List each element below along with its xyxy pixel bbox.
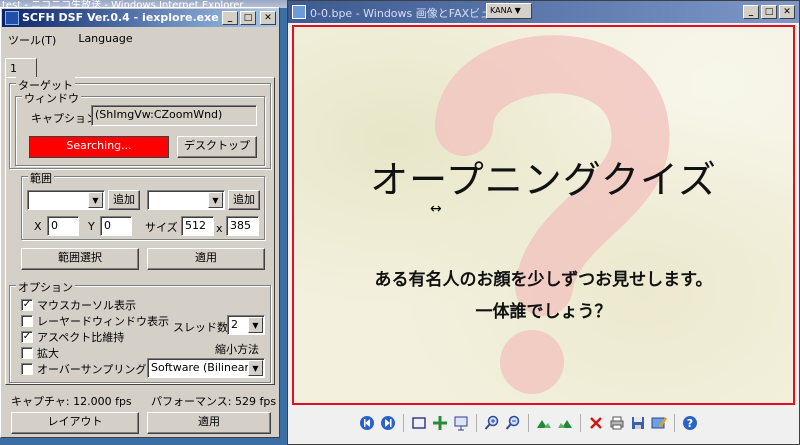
checkbox-box: ✓ <box>21 299 33 311</box>
show-cursor-label: マウスカーソル表示 <box>37 299 136 312</box>
threads-label: スレッド数 <box>173 321 228 334</box>
close-button[interactable]: ✕ <box>260 11 276 25</box>
layout-button[interactable]: レイアウト <box>11 412 139 434</box>
viewer-close-button[interactable]: ✕ <box>779 5 795 19</box>
range-combo-right[interactable]: ▼ <box>147 190 225 210</box>
range-apply-button[interactable]: 適用 <box>147 248 265 270</box>
chevron-down-icon: ▼ <box>208 192 223 208</box>
scfh-title: SCFH DSF Ver.0.4 - iexplore.exe <box>22 11 219 24</box>
help-icon[interactable]: ? <box>681 414 699 432</box>
toolbar-separator <box>403 414 404 432</box>
enlarge-checkbox[interactable]: 拡大 <box>21 345 59 361</box>
oversampling-label: オーバーサンプリング <box>37 363 147 376</box>
menubar: ツール(T) Language <box>4 30 137 48</box>
viewer-minimize-button[interactable]: _ <box>743 5 759 19</box>
toolbar-separator <box>528 414 529 432</box>
viewer-titlebar[interactable]: 0-0.bpe - Windows 画像とFAXビューア KANA ▼ _ □ … <box>288 1 799 23</box>
slideshow-icon[interactable] <box>452 414 470 432</box>
checkbox-box: ✓ <box>21 331 33 343</box>
oversampling-checkbox[interactable]: オーバーサンプリング <box>21 361 146 377</box>
desktop-button[interactable]: デスクトップ <box>177 136 257 158</box>
resize-cursor-icon: ↔ <box>430 201 442 217</box>
toolbar-separator <box>580 414 581 432</box>
chevron-down-icon: ▼ <box>248 360 263 376</box>
actual-size-icon[interactable] <box>431 414 449 432</box>
add-button-right[interactable]: 追加 <box>228 190 260 210</box>
show-cursor-checkbox[interactable]: ✓ マウスカーソル表示 <box>21 297 136 313</box>
ime-label: KANA <box>490 6 513 15</box>
zoom-in-icon[interactable] <box>483 414 501 432</box>
apply-button[interactable]: 適用 <box>147 412 271 434</box>
options-legend: オプション <box>16 279 75 295</box>
viewer-title: 0-0.bpe - Windows 画像とFAXビューア <box>310 7 513 20</box>
edit-icon[interactable] <box>650 414 668 432</box>
chevron-down-icon: ▼ <box>514 6 521 15</box>
checkbox-box <box>21 315 33 327</box>
scfh-dsf-window: SCFH DSF Ver.0.4 - iexplore.exe _ □ ✕ ツー… <box>0 7 280 438</box>
threads-select[interactable]: 2 ▼ <box>227 315 265 335</box>
chevron-down-icon: ▼ <box>88 192 103 208</box>
toolbar-separator <box>476 414 477 432</box>
enlarge-label: 拡大 <box>37 347 59 360</box>
capture-fps: キャプチャ: 12.000 fps <box>11 395 132 408</box>
keep-aspect-label: アスペクト比維持 <box>37 331 125 344</box>
y-label: Y <box>88 220 95 233</box>
rotate-clockwise-icon[interactable] <box>535 414 553 432</box>
searching-indicator: Searching... <box>29 136 169 158</box>
y-input[interactable]: 0 <box>100 216 132 236</box>
delete-icon[interactable] <box>587 414 605 432</box>
menu-tools[interactable]: ツール(T) <box>4 30 60 48</box>
ime-toolbar[interactable]: KANA ▼ <box>486 3 532 19</box>
print-icon[interactable] <box>608 414 626 432</box>
performance-fps: パフォーマンス: 529 fps <box>151 395 277 408</box>
zoom-out-icon[interactable] <box>504 414 522 432</box>
viewer-app-icon <box>292 5 306 19</box>
shrink-method-select[interactable]: Software (Bilinear) ▼ <box>147 358 265 378</box>
next-image-icon[interactable] <box>379 414 397 432</box>
times-label: x <box>216 222 223 235</box>
viewer-toolbar: ? <box>358 412 699 434</box>
scfh-titlebar[interactable]: SCFH DSF Ver.0.4 - iexplore.exe _ □ ✕ <box>2 9 278 27</box>
minimize-button[interactable]: _ <box>222 11 238 25</box>
image-display-frame[interactable]: オープニングクイズ ↔ ある有名人のお顔を少しずつお見せします。 一体誰でしょう… <box>292 25 795 405</box>
window-legend: ウィンドウ <box>22 90 81 106</box>
slide-text-line-1: ある有名人のお顔を少しずつお見せします。 <box>374 270 713 290</box>
scfh-app-icon <box>5 11 19 25</box>
maximize-button[interactable]: □ <box>240 11 256 25</box>
toolbar-separator <box>674 414 675 432</box>
caption-field: (ShImgVw:CZoomWnd) <box>91 105 257 126</box>
checkbox-box <box>21 363 33 375</box>
slide-text-line-2: 一体誰でしょう？ <box>475 302 612 322</box>
caption-label: キャプション <box>31 112 97 125</box>
question-mark-graphic <box>435 35 670 394</box>
menu-language[interactable]: Language <box>74 30 136 48</box>
shrink-method-value: Software (Bilinear) <box>151 361 254 374</box>
x-label: X <box>34 220 42 233</box>
best-fit-icon[interactable] <box>410 414 428 432</box>
tab-1[interactable]: 1 <box>5 58 37 78</box>
rotate-counterclockwise-icon[interactable] <box>556 414 574 432</box>
chevron-down-icon: ▼ <box>248 317 263 333</box>
range-select-button[interactable]: 範囲選択 <box>21 248 139 270</box>
range-legend: 範囲 <box>28 170 54 186</box>
layered-window-label: レーヤードウィンドウ表示 <box>37 315 169 328</box>
add-button-left[interactable]: 追加 <box>108 190 140 210</box>
size-label: サイズ <box>145 221 178 234</box>
threads-value: 2 <box>231 318 238 331</box>
height-input[interactable]: 385 <box>226 216 259 236</box>
keep-aspect-checkbox[interactable]: ✓ アスペクト比維持 <box>21 329 124 345</box>
image-viewer-window: 0-0.bpe - Windows 画像とFAXビューア KANA ▼ _ □ … <box>287 0 800 445</box>
width-input[interactable]: 512 <box>181 216 214 236</box>
prev-image-icon[interactable] <box>358 414 376 432</box>
range-combo-left[interactable]: ▼ <box>27 190 105 210</box>
svg-text:?: ? <box>687 417 693 430</box>
save-icon[interactable] <box>629 414 647 432</box>
shrink-label: 縮小方法 <box>215 343 259 356</box>
viewer-maximize-button[interactable]: □ <box>761 5 777 19</box>
slide-title: オープニングクイズ <box>370 158 717 202</box>
x-input[interactable]: 0 <box>47 216 79 236</box>
layered-window-checkbox[interactable]: レーヤードウィンドウ表示 <box>21 313 169 329</box>
checkbox-box <box>21 347 33 359</box>
